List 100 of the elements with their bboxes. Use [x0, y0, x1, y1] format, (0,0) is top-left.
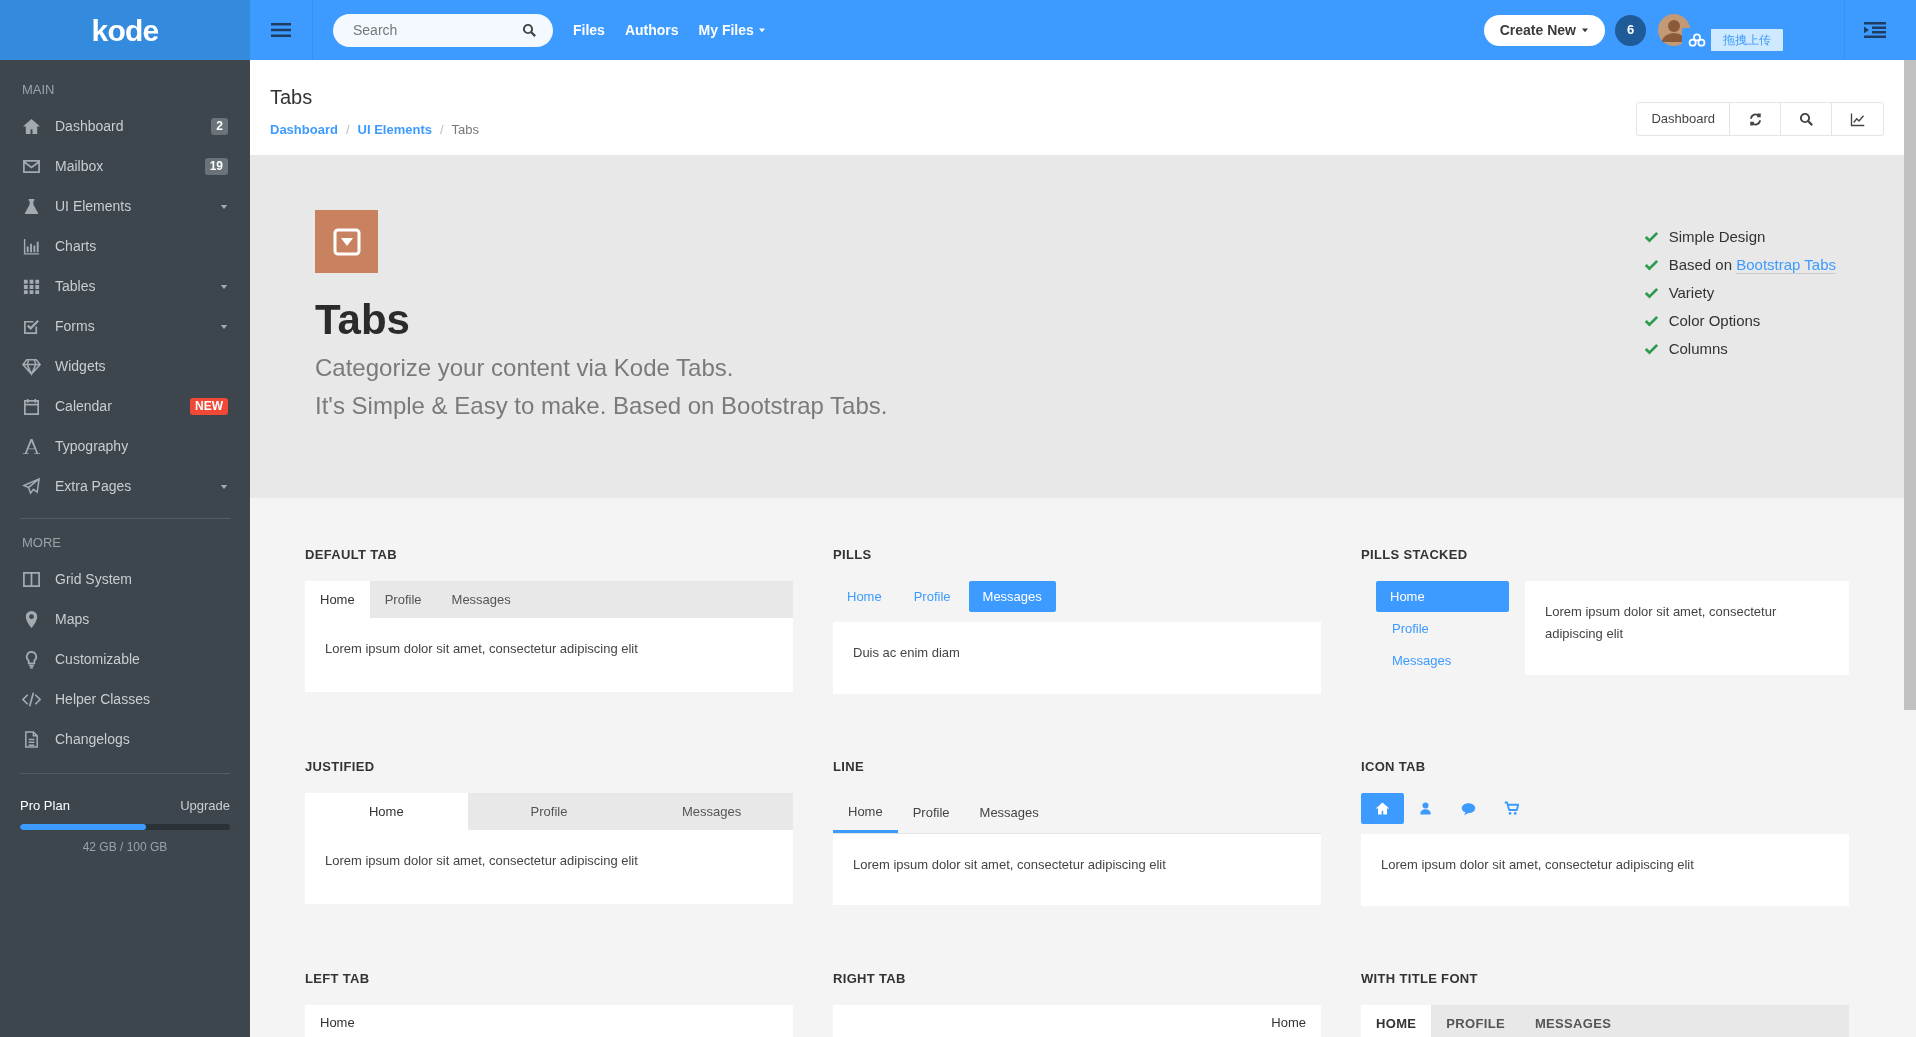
tab[interactable]: Home: [305, 793, 468, 830]
check-icon: [1644, 315, 1658, 327]
sidebar-item[interactable]: Forms: [22, 306, 228, 346]
caret-icon: [220, 482, 228, 490]
tab[interactable]: Home: [320, 1015, 355, 1031]
home-icon: [22, 116, 41, 136]
section-title: DEFAULT TAB: [305, 546, 398, 564]
panel-text: Lorem ipsum dolor sit amet, consectetur adipiscing elit: [325, 640, 639, 658]
sidebar-item[interactable]: Tables: [22, 266, 228, 306]
sidebar-item[interactable]: Customizable: [22, 639, 228, 679]
scrollbar[interactable]: [1904, 60, 1916, 710]
breadcrumb-separator: /: [345, 121, 350, 139]
caret-icon: [220, 322, 228, 330]
section-title: JUSTIFIED: [305, 758, 376, 776]
tab[interactable]: MESSAGES: [1519, 1005, 1627, 1037]
breadcrumb-item: Tabs: [451, 121, 480, 139]
sidebar-item[interactable]: Typography: [22, 426, 228, 466]
check-icon: [1644, 287, 1658, 299]
breadcrumb-separator: /: [439, 121, 444, 139]
upgrade-link[interactable]: Upgrade: [180, 796, 230, 816]
caret-icon: [220, 282, 228, 290]
section-title: WITH TITLE FONT: [1361, 970, 1479, 988]
search-icon: [1798, 111, 1814, 127]
bar-chart-icon: [22, 236, 41, 256]
badge: 19: [204, 157, 228, 175]
search-icon: [522, 22, 537, 38]
sidebar-item[interactable]: Helper Classes: [22, 679, 228, 719]
sidebar-item[interactable]: Calendar NEW: [22, 386, 228, 426]
line-chart-icon: [1850, 111, 1865, 127]
cloud-icon: [1688, 33, 1706, 47]
caret-icon: [757, 27, 766, 33]
tab[interactable]: Home: [1271, 1015, 1306, 1031]
flask-icon: [22, 196, 41, 216]
logo[interactable]: kode: [0, 0, 250, 60]
page-title: Tabs: [270, 85, 314, 110]
section-title: LEFT TAB: [305, 970, 371, 988]
sidebar-item[interactable]: Extra Pages: [22, 466, 228, 506]
badge: 2: [211, 117, 228, 135]
panel-text: Lorem ipsum dolor sit amet, consectetur adipiscing elit: [1545, 603, 1778, 643]
tab[interactable]: Profile: [467, 793, 631, 830]
refresh-icon: [1747, 111, 1763, 127]
feature-item: Columns: [1668, 338, 1728, 359]
tab[interactable]: Messages: [630, 793, 793, 830]
document-icon: [22, 729, 41, 749]
tab[interactable]: Messages: [436, 581, 526, 618]
panel-text: Duis ac enim diam: [853, 644, 961, 662]
feature-item: Color Options: [1668, 310, 1761, 331]
tab[interactable]: PROFILE: [1431, 1005, 1520, 1037]
feature-item: Based on Bootstrap Tabs: [1668, 254, 1836, 276]
tab[interactable]: Profile: [369, 581, 437, 618]
cart-icon: [1504, 801, 1519, 816]
sidebar-item[interactable]: UI Elements: [22, 186, 228, 226]
home-icon: [1375, 801, 1390, 816]
create-new-button[interactable]: Create New: [1483, 14, 1605, 46]
person-icon: [1418, 801, 1433, 816]
tab[interactable]: Messages: [964, 793, 1054, 833]
section-heading: MORE: [22, 534, 62, 552]
calendar-icon: [22, 396, 41, 416]
menu-icon: [271, 22, 291, 38]
indent-icon: [1863, 22, 1886, 38]
panel-text: Lorem ipsum dolor sit amet, consectetur adipiscing elit: [853, 856, 1167, 874]
tabs-logo-icon: [315, 210, 378, 273]
sidebar-item[interactable]: Widgets: [22, 346, 228, 386]
paper-plane-icon: [22, 476, 41, 496]
caret-icon: [220, 202, 228, 210]
sidebar-item[interactable]: Charts: [22, 226, 228, 266]
feature-item: Simple Design: [1668, 226, 1766, 247]
hero-subtitle: It's Simple & Easy to make. Based on Bootstrap Tabs.: [315, 391, 888, 421]
panel-text: Lorem ipsum dolor sit amet, consectetur adipiscing elit: [325, 852, 639, 870]
tab[interactable]: Home: [305, 581, 370, 618]
hero-title: Tabs: [315, 295, 411, 345]
check-icon: [1644, 231, 1658, 243]
sidebar-item[interactable]: Changelogs: [22, 719, 228, 759]
speech-bubble-icon: [1461, 801, 1476, 816]
hero-subtitle: Categorize your content via Kode Tabs.: [315, 353, 735, 383]
section-title: RIGHT TAB: [833, 970, 907, 988]
notification-badge[interactable]: 6: [1615, 14, 1646, 46]
search-field[interactable]: Search: [333, 13, 553, 47]
section-title: ICON TAB: [1361, 758, 1427, 776]
storage-usage: 42 GB / 100 GB: [81, 838, 169, 856]
section-heading: MAIN: [22, 81, 56, 99]
diamond-icon: [22, 356, 41, 376]
section-title: PILLS: [833, 546, 873, 564]
feature-item: Variety: [1668, 282, 1715, 303]
columns-icon: [22, 569, 41, 589]
letter-a-icon: [22, 436, 41, 456]
icon-tab[interactable]: [1361, 793, 1404, 824]
tab[interactable]: Profile: [897, 793, 965, 833]
check-icon: [1644, 343, 1658, 355]
sidebar-item[interactable]: Maps: [22, 599, 228, 639]
panel-text: Lorem ipsum dolor sit amet, consectetur adipiscing elit: [1381, 856, 1695, 874]
section-title: PILLS STACKED: [1361, 546, 1469, 564]
plan-name: Pro Plan: [20, 797, 70, 815]
sidebar-item[interactable]: Mailbox 19: [22, 146, 228, 186]
sidebar-item[interactable]: Dashboard 2: [22, 106, 228, 146]
section-title: LINE: [833, 758, 865, 776]
badge: NEW: [190, 397, 228, 415]
sidebar-item[interactable]: Grid System: [22, 559, 228, 599]
tab[interactable]: HOME: [1361, 1005, 1432, 1037]
caret-icon: [1581, 27, 1589, 33]
